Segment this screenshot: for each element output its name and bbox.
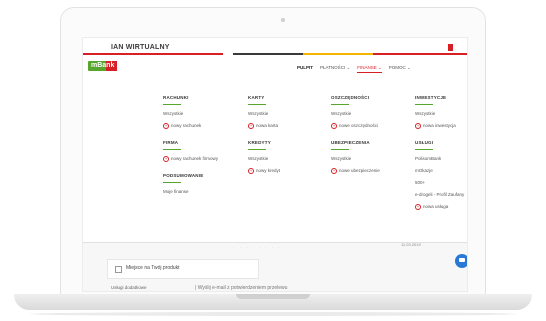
ubezpieczenia-title: UBEZPIECZENIA bbox=[331, 140, 370, 145]
karty-divider bbox=[248, 104, 266, 105]
oszczednosci-all[interactable]: Wszystkie bbox=[331, 111, 380, 116]
oszczednosci-add[interactable]: + nowe oszczędności bbox=[331, 123, 380, 129]
laptop-shadow bbox=[30, 312, 516, 316]
uslugi-item-1[interactable]: PolisomBank bbox=[415, 156, 464, 161]
kredyty-divider bbox=[248, 149, 266, 150]
uslugi-item-4[interactable]: e-drogeli - Profil Zaufany bbox=[415, 192, 464, 197]
group-karty: KARTY Wszystkie + nowa karta bbox=[248, 95, 280, 129]
firma-add[interactable]: + nowy rachunek firmowy bbox=[163, 156, 218, 162]
group-ubezpieczenia: UBEZPIECZENIA Wszystkie + nowe ubezpiecze… bbox=[331, 140, 380, 174]
finanse-dropdown: RACHUNKI Wszystkie + nowy rachunek FIRMA … bbox=[83, 78, 467, 242]
group-kredyty: KREDYTY Wszystkie + nowy kredyt bbox=[248, 140, 280, 174]
laptop-screen: IAN WIRTUALNY mBank PULPIT PŁATNOŚCI ⌄ F… bbox=[82, 37, 468, 292]
column-1: RACHUNKI Wszystkie + nowy rachunek FIRMA … bbox=[163, 95, 218, 205]
faded-row: · · · · · · · · bbox=[233, 245, 282, 250]
ubezpieczenia-all[interactable]: Wszystkie bbox=[331, 156, 380, 161]
plus-icon: + bbox=[248, 123, 254, 129]
podsumowanie-divider bbox=[163, 182, 181, 183]
rachunki-all[interactable]: Wszystkie bbox=[163, 111, 218, 116]
plus-icon: + bbox=[248, 168, 254, 174]
chat-button[interactable] bbox=[455, 254, 467, 268]
checkbox[interactable] bbox=[115, 266, 122, 273]
inwestycje-divider bbox=[415, 104, 433, 105]
group-inwestycje: INWESTYCJE Wszystkie + nowa inwestycja bbox=[415, 95, 464, 129]
uslugi-item-3[interactable]: 500+ bbox=[415, 180, 464, 185]
column-3: OSZCZĘDNOŚCI Wszystkie + nowe oszczędnośc… bbox=[331, 95, 380, 185]
inwestycje-all[interactable]: Wszystkie bbox=[415, 111, 464, 116]
ubezpieczenia-divider bbox=[331, 149, 349, 150]
plus-icon: + bbox=[331, 168, 337, 174]
kredyty-add[interactable]: + nowy kredyt bbox=[248, 168, 280, 174]
oszczednosci-title: OSZCZĘDNOŚCI bbox=[331, 95, 370, 100]
karty-title: KARTY bbox=[248, 95, 265, 100]
logout-icon[interactable] bbox=[448, 44, 453, 51]
chat-icon bbox=[459, 258, 465, 262]
firma-title: FIRMA bbox=[163, 140, 179, 145]
logo-text: mBank bbox=[91, 62, 115, 69]
group-oszczednosci: OSZCZĘDNOŚCI Wszystkie + nowe oszczędnośc… bbox=[331, 95, 380, 129]
inwestycje-add[interactable]: + nowa inwestycja bbox=[415, 123, 464, 129]
main-nav: PULPIT PŁATNOŚCI ⌄ FINANSE ⌄ POMOC ⌄ bbox=[297, 65, 411, 73]
group-rachunki: RACHUNKI Wszystkie + nowy rachunek bbox=[163, 95, 218, 129]
karty-all[interactable]: Wszystkie bbox=[248, 111, 280, 116]
karty-add[interactable]: + nowa karta bbox=[248, 123, 280, 129]
plus-icon: + bbox=[415, 204, 421, 210]
uslugi-add[interactable]: + nowa usługa bbox=[415, 204, 464, 210]
rachunki-divider bbox=[163, 104, 181, 105]
brand-stripe bbox=[83, 53, 467, 55]
plus-icon: + bbox=[163, 123, 169, 129]
column-2: KARTY Wszystkie + nowa karta KREDYTY Wszy… bbox=[248, 95, 280, 185]
group-firma: FIRMA + nowy rachunek firmowy bbox=[163, 140, 218, 162]
group-uslugi: USŁUGI PolisomBank mOkazje 500+ e-drogel… bbox=[415, 140, 464, 210]
plus-icon: + bbox=[331, 123, 337, 129]
kredyty-title: KREDYTY bbox=[248, 140, 271, 145]
uslugi-divider bbox=[415, 149, 433, 150]
rachunki-add[interactable]: + nowy rachunek bbox=[163, 123, 218, 129]
oszczednosci-divider bbox=[331, 104, 349, 105]
nav-finanse[interactable]: FINANSE ⌄ bbox=[357, 65, 382, 73]
uslugi-title: USŁUGI bbox=[415, 140, 434, 145]
ubezpieczenia-add[interactable]: + nowe ubezpieczenie bbox=[331, 168, 380, 174]
group-podsumowanie: PODSUMOWANIE Moje finanse bbox=[163, 173, 218, 194]
date-label: 11.03.2019 bbox=[401, 242, 421, 247]
inwestycje-title: INWESTYCJE bbox=[415, 95, 447, 100]
laptop-camera bbox=[281, 18, 285, 22]
nav-platnosci[interactable]: PŁATNOŚCI ⌄ bbox=[320, 65, 350, 73]
podsumowanie-title: PODSUMOWANIE bbox=[163, 173, 204, 178]
product-placeholder-card[interactable]: Miejsce na Twój produkt bbox=[107, 259, 259, 279]
firma-divider bbox=[163, 149, 181, 150]
column-4: INWESTYCJE Wszystkie + nowa inwestycja US… bbox=[415, 95, 464, 221]
kredyty-all[interactable]: Wszystkie bbox=[248, 156, 280, 161]
page-below-menu: · · · · · · · · 11.03.2019 Miejsce na Tw… bbox=[83, 242, 467, 291]
uslugi-dodatkowe-label: Usługi dodatkowe bbox=[111, 285, 147, 290]
plus-icon: + bbox=[163, 156, 169, 162]
moje-finanse-link[interactable]: Moje finanse bbox=[163, 189, 218, 194]
laptop-notch bbox=[236, 294, 310, 299]
nav-pomoc[interactable]: POMOC ⌄ bbox=[389, 65, 411, 73]
plus-icon: + bbox=[415, 123, 421, 129]
rachunki-title: RACHUNKI bbox=[163, 95, 189, 100]
mbank-logo[interactable]: mBank bbox=[88, 61, 117, 71]
product-placeholder-label: Miejsce na Twój produkt bbox=[126, 265, 180, 271]
nav-pulpit[interactable]: PULPIT bbox=[297, 65, 313, 73]
uslugi-item-2[interactable]: mOkazje bbox=[415, 168, 464, 173]
user-name: IAN WIRTUALNY bbox=[111, 44, 170, 51]
email-confirmation-text[interactable]: | Wyślij e-mail z potwierdzeniem przelew… bbox=[195, 285, 287, 291]
